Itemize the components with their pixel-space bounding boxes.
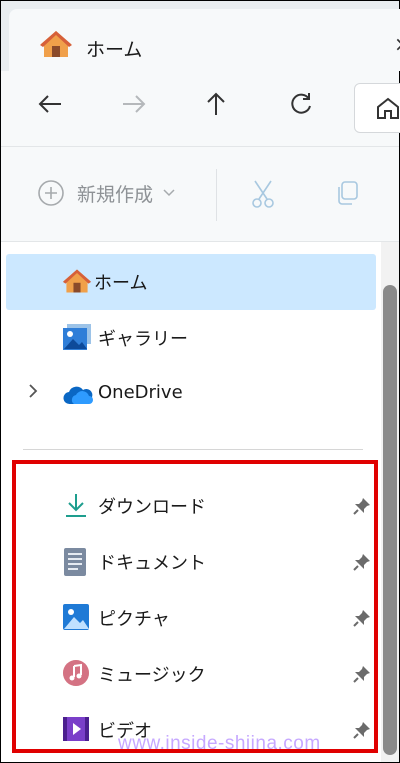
plus-circle-icon: [38, 180, 64, 206]
navigation-bar: [1, 71, 400, 147]
tab-bar: ホーム ×: [1, 1, 400, 71]
chevron-right-icon[interactable]: [28, 383, 38, 404]
arrow-up-icon: [207, 92, 225, 115]
copy-icon: [338, 181, 358, 205]
chevron-down-icon: [163, 189, 175, 197]
sidebar-item-home[interactable]: ホーム: [6, 254, 376, 310]
sidebar-item-onedrive[interactable]: OneDrive: [6, 367, 376, 423]
cut-button[interactable]: [249, 179, 277, 213]
watermark: www.inside-shiina.com: [118, 733, 321, 754]
scrollbar-thumb[interactable]: [383, 285, 397, 755]
sidebar-item-label: OneDrive: [98, 382, 183, 403]
sidebar-item-gallery[interactable]: ギャラリー: [6, 310, 376, 366]
home-icon: [377, 97, 399, 119]
new-button-label: 新規作成: [77, 183, 154, 206]
close-icon[interactable]: ×: [394, 32, 400, 56]
sidebar-item-label: ギャラリー: [98, 329, 188, 350]
refresh-button[interactable]: [286, 89, 316, 119]
arrow-right-icon: [123, 95, 146, 113]
address-bar[interactable]: [354, 83, 400, 133]
tab-home[interactable]: ホーム ×: [9, 9, 400, 71]
up-button[interactable]: [201, 89, 231, 119]
tab-title: ホーム: [86, 39, 143, 61]
refresh-icon: [291, 93, 311, 114]
scissors-icon: [252, 180, 274, 208]
home-icon: [62, 267, 92, 297]
sidebar-item-label: ホーム: [94, 273, 148, 294]
highlight-box: [12, 460, 378, 753]
forward-button[interactable]: [119, 89, 149, 119]
command-bar: 新規作成: [1, 147, 399, 242]
sidebar-divider: [23, 449, 363, 450]
toolbar-separator: [216, 169, 217, 221]
new-button[interactable]: 新規作成: [37, 179, 175, 207]
gallery-icon: [62, 323, 92, 353]
cloud-icon: [62, 384, 93, 414]
back-button[interactable]: [35, 89, 65, 119]
home-icon: [39, 29, 73, 63]
copy-button[interactable]: [333, 179, 361, 211]
arrow-left-icon: [38, 95, 61, 113]
